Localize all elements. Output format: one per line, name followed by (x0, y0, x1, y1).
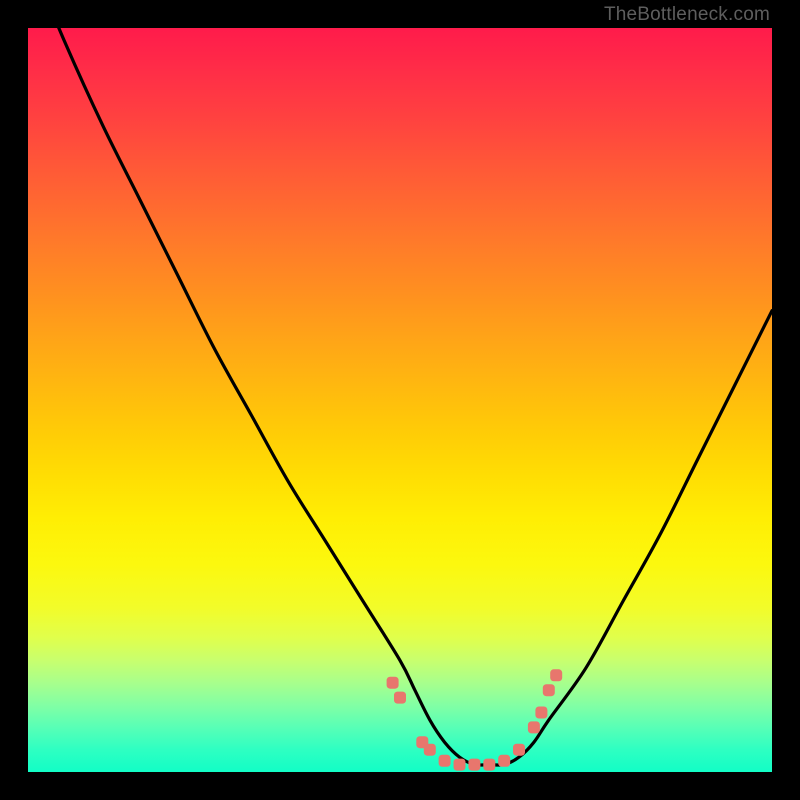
curve-marker (468, 759, 480, 771)
bottleneck-curve-svg (28, 28, 772, 772)
curve-marker (387, 677, 399, 689)
bottleneck-curve (28, 28, 772, 765)
curve-marker (550, 669, 562, 681)
curve-group (28, 28, 772, 765)
curve-marker (528, 721, 540, 733)
curve-marker (439, 755, 451, 767)
curve-marker (483, 759, 495, 771)
curve-marker (543, 684, 555, 696)
curve-marker (394, 692, 406, 704)
curve-marker (535, 707, 547, 719)
curve-marker (498, 755, 510, 767)
curve-marker (454, 759, 466, 771)
attribution-watermark: TheBottleneck.com (604, 4, 770, 26)
plot-area (28, 28, 772, 772)
curve-marker (513, 744, 525, 756)
chart-frame: TheBottleneck.com (0, 0, 800, 800)
curve-marker (424, 744, 436, 756)
